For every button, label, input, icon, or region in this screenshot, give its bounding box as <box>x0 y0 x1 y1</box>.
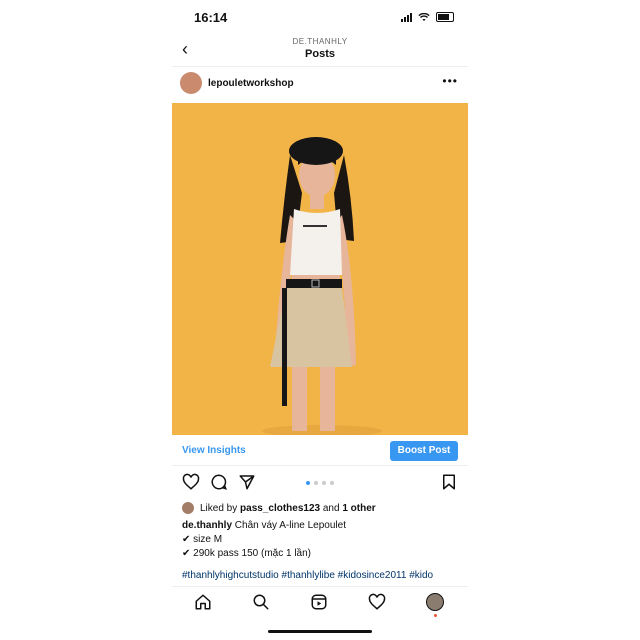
likes-text[interactable]: Liked by pass_clothes123 and 1 other <box>200 503 376 514</box>
likes-user[interactable]: pass_clothes123 <box>240 503 320 514</box>
reels-icon[interactable] <box>310 593 328 611</box>
insights-bar: View Insights Boost Post <box>172 437 468 466</box>
home-icon[interactable] <box>194 593 212 611</box>
profile-name: DE.THANHLY <box>292 37 348 46</box>
bottom-tab-bar <box>172 586 468 617</box>
caption-line: ✔ size M <box>182 534 223 545</box>
home-indicator[interactable] <box>268 630 372 633</box>
carousel-dot <box>330 481 334 485</box>
profile-tab[interactable] <box>426 593 444 617</box>
liker-avatar <box>182 502 194 514</box>
hashtags[interactable]: #thanhlyhighcutstudio #thanhlylibe #kido… <box>182 570 462 581</box>
likes-prefix: Liked by <box>200 502 241 514</box>
wifi-icon <box>418 12 430 21</box>
carousel-dot <box>314 481 318 485</box>
model-photo <box>172 103 468 435</box>
signal-icon <box>401 12 412 22</box>
boost-post-button[interactable]: Boost Post <box>390 441 458 461</box>
view-insights-link[interactable]: View Insights <box>182 445 246 456</box>
post-actions <box>172 473 468 493</box>
post-image[interactable] <box>172 103 468 435</box>
heart-icon[interactable] <box>182 473 200 491</box>
carousel-dot <box>306 481 310 485</box>
caption-text: Chân váy A-line Lepoulet <box>232 520 346 531</box>
status-icons <box>401 12 454 22</box>
more-options-icon[interactable]: ••• <box>442 74 458 88</box>
likes-line: Liked by pass_clothes123 and 1 other <box>182 502 376 514</box>
post-header: lepouletworkshop ••• <box>172 70 468 100</box>
carousel-dot <box>322 481 326 485</box>
comment-icon[interactable] <box>210 473 228 491</box>
bookmark-icon[interactable] <box>440 473 458 491</box>
profile-avatar <box>426 593 444 611</box>
search-icon[interactable] <box>252 593 270 611</box>
activity-heart-icon[interactable] <box>368 593 386 611</box>
poster-avatar[interactable] <box>180 72 202 94</box>
status-bar: 16:14 <box>172 8 468 28</box>
caption-line: ✔ 290k pass 150 (mặc 1 lần) <box>182 548 311 559</box>
carousel-indicator <box>306 481 334 485</box>
post-caption: de.thanhly Chân váy A-line Lepoulet ✔ si… <box>182 519 462 561</box>
likes-middle: and <box>320 502 343 514</box>
phone-screen: 16:14 ‹ DE.THANHLY Posts lepouletworksho… <box>172 0 468 640</box>
status-time: 16:14 <box>194 10 228 25</box>
likes-other[interactable]: 1 other <box>342 503 375 514</box>
notification-dot <box>434 614 437 617</box>
page-title: Posts <box>305 48 335 60</box>
top-nav: ‹ DE.THANHLY Posts <box>172 34 468 67</box>
caption-username[interactable]: de.thanhly <box>182 520 232 531</box>
share-icon[interactable] <box>238 473 256 491</box>
poster-username[interactable]: lepouletworkshop <box>208 78 294 89</box>
battery-icon <box>436 12 454 22</box>
